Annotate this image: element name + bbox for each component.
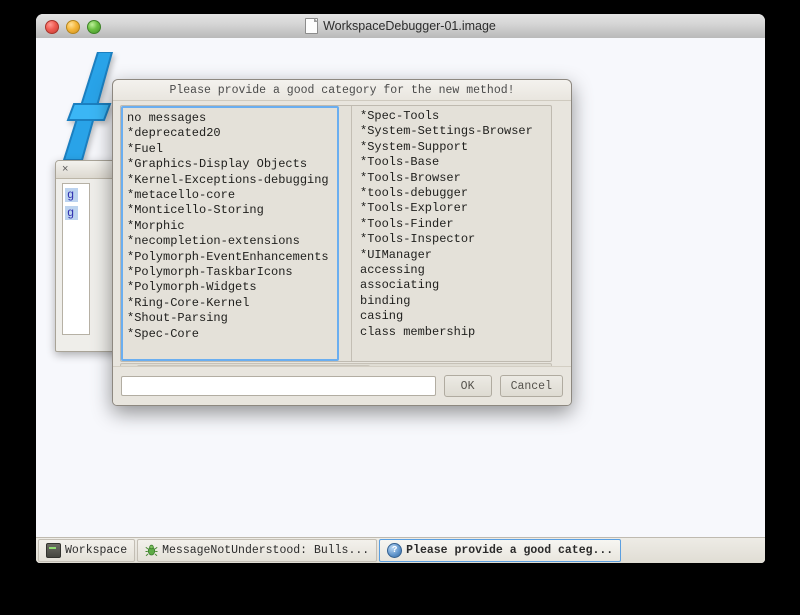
taskbar-item-label: MessageNotUnderstood: Bulls... [162,544,370,557]
category-list-item[interactable]: associating [360,278,551,293]
category-list-item[interactable]: *Tools-Finder [360,217,551,232]
category-list-item[interactable]: class membership [360,325,551,340]
category-list-item[interactable]: *Fuel [127,142,337,157]
category-list-item[interactable]: *Morphic [127,219,337,234]
document-icon [305,18,319,34]
category-list-item[interactable]: *Ring-Core-Kernel [127,296,337,311]
taskbar: Workspace MessageNotUnderstood: Bulls...?… [36,537,765,563]
category-list-item[interactable]: *Tools-Browser [360,171,551,186]
category-prompt-dialog: Please provide a good category for the n… [112,79,572,406]
code-snippet: g [65,188,78,202]
window-title-group: WorkspaceDebugger-01.image [36,18,765,34]
workspace-icon [46,543,61,558]
category-list-area[interactable]: no messages *deprecated20 *Fuel *Graphics-D… [120,105,552,362]
category-list-item[interactable]: *Polymorph-EventEnhancements [127,250,337,265]
category-list-right[interactable]: *Spec-Tools *System-Settings-Browser *Syst… [351,106,551,361]
window-titlebar[interactable]: WorkspaceDebugger-01.image [36,14,765,39]
category-list-item[interactable]: *Polymorph-Widgets [127,280,337,295]
close-icon[interactable]: × [62,163,68,175]
ok-button[interactable]: OK [443,375,492,397]
category-list-item[interactable]: *Tools-Explorer [360,201,551,216]
category-list-item[interactable]: binding [360,294,551,309]
category-list-item[interactable]: *UIManager [360,248,551,263]
screen: WorkspaceDebugger-01.image × g g Please … [0,0,800,615]
taskbar-item[interactable]: Workspace [38,539,136,562]
category-list-item[interactable]: casing [360,309,551,324]
category-list-item[interactable]: *necompletion-extensions [127,234,337,249]
category-list-item[interactable]: *Spec-Tools [360,109,551,124]
code-snippet: g [65,206,78,220]
category-list-item[interactable]: *Spec-Core [127,327,337,342]
category-list-item[interactable]: *Tools-Base [360,155,551,170]
category-list-left[interactable]: no messages *deprecated20 *Fuel *Graphics-D… [121,106,339,361]
question-mark-icon: ? [387,543,403,558]
category-list-item[interactable]: *Tools-Inspector [360,232,551,247]
category-input[interactable] [121,376,436,396]
window-body: × g g Please provide a good category for… [36,38,765,563]
window-title: WorkspaceDebugger-01.image [323,19,496,33]
category-list-item[interactable]: *tools-debugger [360,186,551,201]
taskbar-item[interactable]: MessageNotUnderstood: Bulls... [137,539,378,562]
category-list-item[interactable]: *Monticello-Storing [127,203,337,218]
category-list-item[interactable]: no messages [127,111,337,126]
category-list-item[interactable]: *System-Support [360,140,551,155]
category-list-item[interactable]: *metacello-core [127,188,337,203]
dialog-footer: OK Cancel [113,366,571,405]
taskbar-item[interactable]: ? Please provide a good categ... [379,539,622,562]
category-list-item[interactable]: *Polymorph-TaskbarIcons [127,265,337,280]
taskbar-item-label: Workspace [65,544,128,557]
category-list-item[interactable]: *Kernel-Exceptions-debugging [127,173,337,188]
category-list-item[interactable]: accessing [360,263,551,278]
category-list-item[interactable]: *System-Settings-Browser [360,124,551,139]
os-window: WorkspaceDebugger-01.image × g g Please … [36,14,765,563]
category-list-item[interactable]: *Shout-Parsing [127,311,337,326]
dialog-prompt-label: Please provide a good category for the n… [113,80,571,101]
cancel-button[interactable]: Cancel [499,375,563,397]
background-window-text-pane[interactable]: g g [62,183,90,335]
category-list-item[interactable]: *deprecated20 [127,126,337,141]
list-gap [339,106,351,361]
category-list-item[interactable]: *Graphics-Display Objects [127,157,337,172]
taskbar-item-label: Please provide a good categ... [406,544,614,557]
bug-icon [145,544,158,557]
